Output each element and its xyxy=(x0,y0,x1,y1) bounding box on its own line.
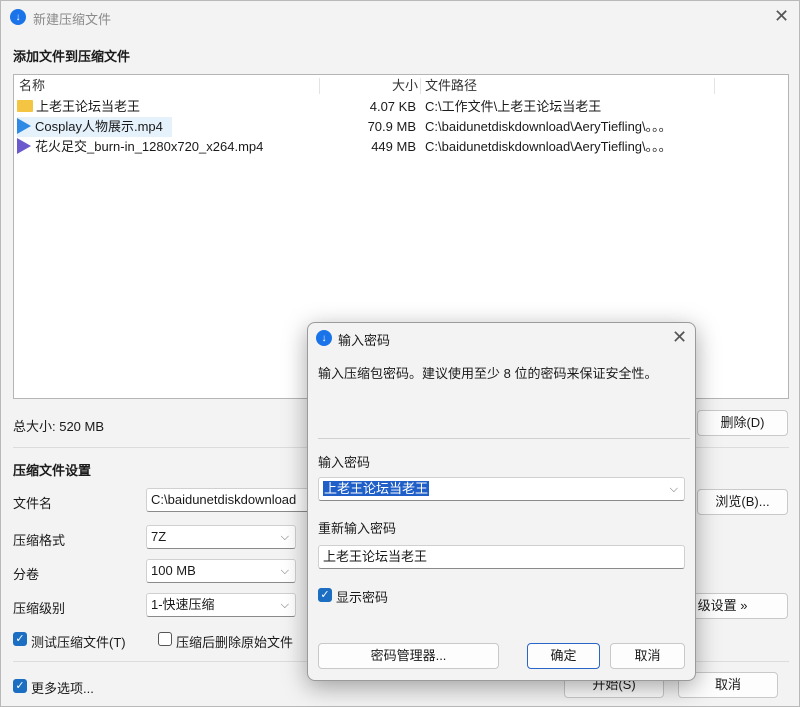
file-size: 70.9 MB xyxy=(367,119,416,134)
volume-label: 分卷 xyxy=(13,567,40,582)
delete-button[interactable]: 删除(D) xyxy=(697,410,788,436)
test-archive-label: 测试压缩文件(T) xyxy=(31,635,126,650)
delete-after-label: 压缩后删除原始文件 xyxy=(176,635,294,650)
app-logo-icon: ↓ xyxy=(10,9,26,25)
delete-after-checkbox[interactable] xyxy=(158,632,172,646)
level-value: 1-快速压缩 xyxy=(151,597,215,612)
format-label: 压缩格式 xyxy=(13,533,66,548)
ok-button[interactable]: 确定 xyxy=(527,643,600,669)
volume-select[interactable]: 100 MB ⌵ xyxy=(146,559,296,583)
column-divider[interactable] xyxy=(420,78,421,94)
title-bar: ↓ 新建压缩文件 ✕ xyxy=(1,1,800,33)
list-item[interactable]: Cosplay人物展示.mp4 70.9 MB C:\baidunetdiskd… xyxy=(14,117,788,137)
file-name: 上老王论坛当老王 xyxy=(36,99,141,114)
volume-value: 100 MB xyxy=(151,563,196,578)
close-icon[interactable]: ✕ xyxy=(672,328,687,346)
dialog-cancel-button[interactable]: 取消 xyxy=(610,643,685,669)
test-archive-checkbox[interactable]: ✓ xyxy=(13,632,27,646)
browse-button[interactable]: 浏览(B)... xyxy=(697,489,788,515)
file-size: 4.07 KB xyxy=(369,99,416,114)
file-name: Cosplay人物展示.mp4 xyxy=(35,119,163,134)
format-select[interactable]: 7Z ⌵ xyxy=(146,525,296,549)
more-options-label: 更多选项... xyxy=(31,681,94,696)
chevron-down-icon[interactable]: ⌵ xyxy=(670,478,678,500)
add-files-heading: 添加文件到压缩文件 xyxy=(13,49,131,64)
close-icon[interactable]: ✕ xyxy=(774,7,789,25)
dialog-divider xyxy=(318,438,690,439)
password-dialog: ↓ 输入密码 ✕ 输入压缩包密码。建议使用至少 8 位的密码来保证安全性。 输入… xyxy=(307,322,696,681)
column-header-path[interactable]: 文件路径 xyxy=(425,75,477,97)
file-path: C:\baidunetdiskdownload\AeryTiefling\。。。 xyxy=(425,119,672,134)
password-value: 上老王论坛当老王 xyxy=(323,481,430,496)
list-item[interactable]: 花火足交_burn-in_1280x720_x264.mp4 449 MB C:… xyxy=(14,137,788,157)
dialog-description: 输入压缩包密码。建议使用至少 8 位的密码来保证安全性。 xyxy=(318,366,658,381)
list-item[interactable]: 上老王论坛当老王 4.07 KB C:\工作文件\上老王论坛当老王 xyxy=(14,97,788,117)
filename-label: 文件名 xyxy=(13,496,53,511)
more-options-checkbox[interactable]: ✓ xyxy=(13,679,27,693)
confirm-password-label: 重新输入密码 xyxy=(318,521,397,536)
file-path: C:\baidunetdiskdownload\AeryTiefling\。。。 xyxy=(425,139,672,154)
show-password-label: 显示密码 xyxy=(336,590,389,605)
window-title: 新建压缩文件 xyxy=(33,12,112,27)
level-label: 压缩级别 xyxy=(13,601,66,616)
password-manager-button[interactable]: 密码管理器... xyxy=(318,643,499,669)
password-label: 输入密码 xyxy=(318,455,371,470)
file-size: 449 MB xyxy=(371,139,416,154)
app-logo-icon: ↓ xyxy=(316,330,332,346)
confirm-password-field[interactable]: 上老王论坛当老王 xyxy=(318,545,685,569)
settings-heading: 压缩文件设置 xyxy=(13,463,92,478)
show-password-checkbox[interactable]: ✓ xyxy=(318,588,332,602)
total-size-label: 总大小: 520 MB xyxy=(13,419,105,434)
column-divider[interactable] xyxy=(714,78,715,94)
chevron-down-icon: ⌵ xyxy=(280,599,289,611)
chevron-down-icon: ⌵ xyxy=(280,565,289,577)
file-name: 花火足交_burn-in_1280x720_x264.mp4 xyxy=(35,139,264,154)
column-divider[interactable] xyxy=(319,78,320,94)
password-field[interactable]: 上老王论坛当老王 ⌵ xyxy=(318,477,685,501)
format-value: 7Z xyxy=(151,529,167,544)
level-select[interactable]: 1-快速压缩 ⌵ xyxy=(146,593,296,617)
video-file-icon xyxy=(17,118,31,134)
video-file-icon xyxy=(17,138,31,154)
column-header-name[interactable]: 名称 xyxy=(19,75,45,97)
column-header-size[interactable]: 大小 xyxy=(388,75,418,97)
folder-icon xyxy=(17,100,33,112)
dialog-title: 输入密码 xyxy=(338,333,391,348)
chevron-down-icon: ⌵ xyxy=(280,531,289,543)
file-path: C:\工作文件\上老王论坛当老王 xyxy=(425,99,602,114)
